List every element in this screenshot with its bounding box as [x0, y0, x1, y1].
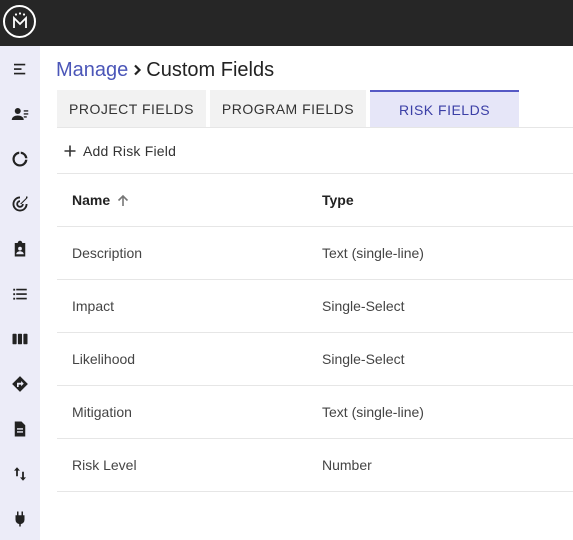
list-icon[interactable] [8, 282, 32, 306]
field-type: Text (single-line) [322, 404, 424, 420]
add-risk-field-label: Add Risk Field [83, 143, 177, 159]
arrow-up-icon[interactable] [116, 194, 130, 208]
table-header-row: Name Type [57, 174, 573, 227]
column-header-name[interactable]: Name [72, 192, 130, 208]
plus-icon [64, 145, 76, 157]
main-content: Manage Custom Fields PROJECT FIELDS PROG… [40, 46, 573, 540]
field-name: Description [72, 245, 143, 261]
field-name: Impact [72, 298, 115, 314]
document-icon[interactable] [8, 417, 32, 441]
crown-m-logo-icon[interactable] [3, 5, 36, 38]
donut-chart-icon[interactable] [8, 147, 32, 171]
plug-icon[interactable] [8, 507, 32, 531]
field-name: Likelihood [72, 351, 136, 367]
tab-risk-fields[interactable]: RISK FIELDS [370, 90, 519, 127]
users-icon[interactable] [8, 102, 32, 126]
table-row[interactable]: Mitigation Text (single-line) [57, 386, 573, 439]
chevron-right-icon [128, 64, 146, 76]
sidebar [0, 46, 40, 540]
target-icon[interactable] [8, 192, 32, 216]
custom-fields-table: Name Type Description Text (single-line)… [57, 174, 573, 492]
route-icon[interactable] [8, 372, 32, 396]
table-row[interactable]: Risk Level Number [57, 439, 573, 492]
table-row[interactable]: Description Text (single-line) [57, 227, 573, 280]
breadcrumb: Manage Custom Fields [56, 57, 274, 83]
menu-collapse-icon[interactable] [8, 57, 32, 81]
divider [57, 127, 573, 128]
tab-bar: PROJECT FIELDS PROGRAM FIELDS RISK FIELD… [57, 90, 519, 127]
top-bar [0, 0, 573, 46]
tab-project-fields[interactable]: PROJECT FIELDS [57, 90, 206, 127]
page-title: Custom Fields [146, 58, 275, 81]
field-type: Number [322, 457, 372, 473]
field-name: Risk Level [72, 457, 137, 473]
column-header-name-label: Name [72, 191, 111, 208]
field-type: Single-Select [322, 298, 405, 314]
breadcrumb-manage-link[interactable]: Manage [56, 59, 128, 82]
field-type: Single-Select [322, 351, 405, 367]
tab-program-fields[interactable]: PROGRAM FIELDS [210, 90, 366, 127]
table-row[interactable]: Impact Single-Select [57, 280, 573, 333]
table-row[interactable]: Likelihood Single-Select [57, 333, 573, 386]
clipboard-user-icon[interactable] [8, 237, 32, 261]
column-header-type[interactable]: Type [322, 192, 354, 208]
field-type: Text (single-line) [322, 245, 424, 261]
field-name: Mitigation [72, 404, 132, 420]
add-risk-field-button[interactable]: Add Risk Field [64, 140, 176, 162]
columns-icon[interactable] [8, 327, 32, 351]
sort-arrows-icon[interactable] [8, 462, 32, 486]
